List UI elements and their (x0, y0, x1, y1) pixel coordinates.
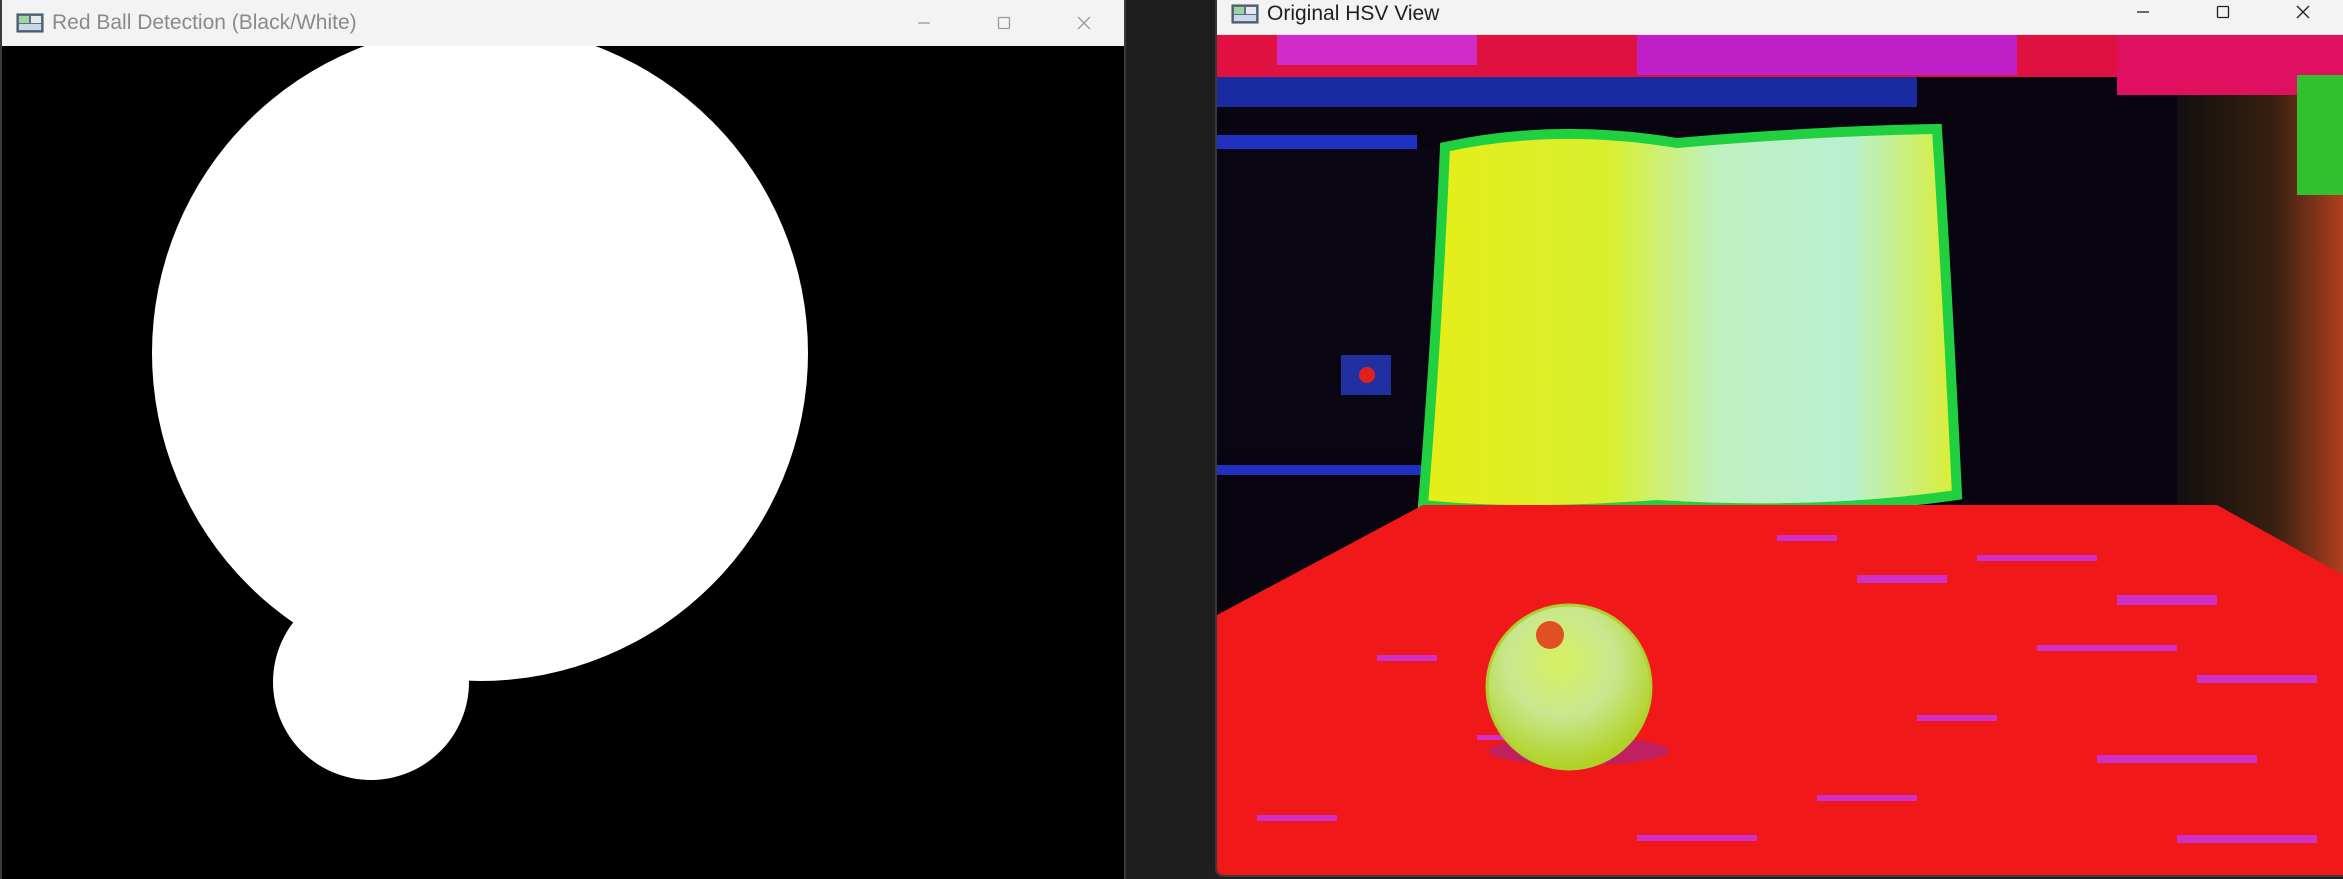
hsv-ball (1485, 603, 1653, 771)
hsv-window[interactable]: Original HSV View (1215, 0, 2343, 877)
hsv-canvas (1217, 35, 2343, 875)
maximize-button[interactable] (964, 0, 1044, 46)
hsv-pillow (1417, 123, 1963, 515)
mask-small-blob (273, 584, 469, 780)
detection-titlebar[interactable]: Red Ball Detection (Black/White) (2, 0, 1124, 47)
minimize-button[interactable] (2103, 0, 2183, 34)
close-button[interactable] (2263, 0, 2343, 34)
app-icon (16, 13, 44, 33)
mask-canvas (2, 46, 1124, 879)
hsv-floor (1217, 505, 2343, 875)
minimize-icon (918, 22, 930, 24)
minimize-button[interactable] (884, 0, 964, 46)
close-button[interactable] (1044, 0, 1124, 46)
close-icon (1077, 16, 1091, 30)
hsv-image (1217, 35, 2343, 875)
mask-image (2, 46, 1124, 879)
window-title: Original HSV View (1267, 1, 1440, 25)
maximize-icon (997, 16, 1011, 30)
maximize-icon (2216, 5, 2230, 18)
app-icon (1231, 4, 1259, 23)
minimize-icon (2137, 10, 2149, 13)
window-title: Red Ball Detection (Black/White) (52, 11, 357, 34)
window-controls (2103, 0, 2343, 34)
hsv-titlebar[interactable]: Original HSV View (1217, 0, 2343, 35)
maximize-button[interactable] (2183, 0, 2263, 34)
close-icon (2296, 5, 2310, 18)
mask-large-blob (152, 46, 808, 681)
detection-window[interactable]: Red Ball Detection (Black/White) (0, 0, 1126, 879)
window-controls (884, 0, 1124, 46)
desktop: Red Ball Detection (Black/White) Origina… (0, 0, 2343, 879)
